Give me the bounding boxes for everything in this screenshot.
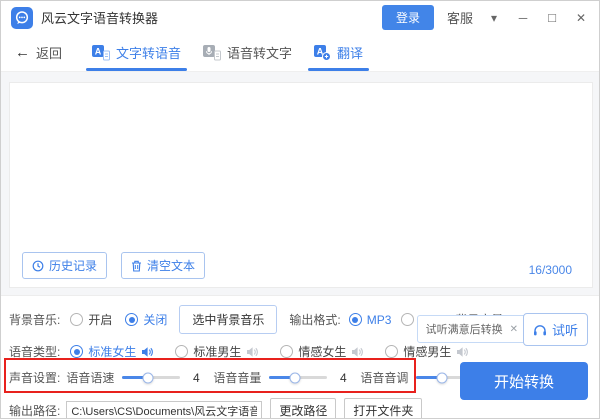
speech-rate-slider[interactable] [122, 372, 181, 383]
customer-service-link[interactable]: 客服 [447, 8, 473, 27]
speaker-icon[interactable] [456, 346, 469, 358]
output-path-label: 输出路径: [9, 404, 61, 418]
radio-selected-icon[interactable] [70, 345, 84, 358]
voice-option-label: 情感女生 [298, 345, 347, 359]
history-button[interactable]: 历史记录 [22, 252, 108, 279]
app-window: 风云文字语音转换器 登录 客服 ▾ ─ □ ✕ ← 返回 A 文字转语音 语音转… [0, 0, 600, 419]
speech-rate-value: 4 [193, 370, 200, 385]
trash-icon [132, 260, 142, 272]
listen-label: 试听 [551, 323, 578, 338]
open-folder-button[interactable]: 打开文件夹 [344, 398, 423, 418]
text-to-speech-icon: A [92, 44, 111, 60]
format-mp3-option[interactable]: MP3 [348, 312, 392, 327]
output-path-row: 输出路径: 更改路径 打开文件夹 [9, 398, 423, 418]
sound-settings-label: 声音设置: [9, 371, 61, 385]
radio-selected-icon[interactable] [348, 313, 362, 326]
back-button[interactable]: ← 返回 [15, 34, 62, 71]
tab-speech-to-text[interactable]: 语音转文字 [195, 34, 300, 71]
voice-option-standard-male[interactable]: 标准男生 [175, 343, 259, 360]
headphone-icon [533, 324, 546, 335]
radio-unselected-icon[interactable] [175, 345, 189, 358]
format-label: 输出格式: [289, 313, 341, 327]
close-button[interactable]: ✕ [573, 11, 589, 25]
app-logo-icon [11, 6, 33, 29]
history-label: 历史记录 [49, 259, 98, 273]
speech-rate-label: 语音语速 [66, 371, 115, 385]
mp3-label: MP3 [366, 312, 392, 327]
active-tab-underline [86, 68, 188, 71]
maximize-button[interactable]: □ [544, 10, 560, 25]
tab-translate[interactable]: A 翻译 [306, 34, 371, 71]
clear-text-label: 清空文本 [147, 259, 196, 273]
tab-text-to-speech[interactable]: A 文字转语音 [84, 34, 189, 71]
preview-tooltip-text: 试听满意后转换 [425, 324, 503, 336]
slider-knob[interactable] [436, 372, 448, 383]
voice-type-row: 语音类型: 标准女生 标准男生 情感女生 情感男生 [9, 343, 469, 360]
speaker-icon[interactable] [141, 346, 154, 358]
bgm-label: 背景音乐: [9, 313, 61, 327]
radio-selected-icon[interactable] [125, 313, 139, 326]
speaker-icon[interactable] [351, 346, 364, 358]
tab-label: 语音转文字 [227, 46, 293, 61]
minimize-button[interactable]: ─ [515, 11, 531, 25]
voice-option-label: 情感男生 [403, 345, 452, 359]
bgm-on-option[interactable]: 开启 [70, 311, 112, 328]
clock-icon [32, 260, 44, 271]
svg-text:A: A [95, 46, 102, 56]
speaker-icon[interactable] [246, 346, 259, 358]
char-counter: 16/3000 [528, 263, 572, 277]
change-path-button[interactable]: 更改路径 [270, 398, 337, 418]
listen-button[interactable]: 试听 [522, 313, 588, 346]
tab-label: 翻译 [337, 46, 364, 61]
output-path-input[interactable] [66, 400, 263, 418]
voice-option-label: 标准女生 [88, 345, 137, 359]
select-bgm-button[interactable]: 选中背景音乐 [179, 305, 278, 334]
voice-type-label: 语音类型: [9, 345, 61, 359]
voice-option-emotional-male[interactable]: 情感男生 [385, 343, 469, 360]
settings-panel: 背景音乐: 开启 关闭 选中背景音乐 输出格式: MP3 WAV 背景音量 [1, 295, 599, 418]
sound-settings-row: 声音设置: 语音语速 4 语音音量 4 语音音调 4 [9, 369, 497, 386]
back-label: 返回 [36, 46, 63, 61]
voice-option-emotional-female[interactable]: 情感女生 [280, 343, 364, 360]
voice-option-standard-female[interactable]: 标准女生 [70, 343, 154, 360]
bgm-off-label: 关闭 [143, 313, 168, 327]
login-button[interactable]: 登录 [381, 5, 434, 30]
speech-pitch-label: 语音音调 [360, 371, 409, 385]
clear-text-button[interactable]: 清空文本 [121, 252, 206, 279]
start-convert-button[interactable]: 开始转换 [460, 362, 588, 400]
tabbar: ← 返回 A 文字转语音 语音转文字 A 翻译 [1, 34, 599, 72]
slider-knob[interactable] [289, 372, 301, 383]
bgm-on-label: 开启 [88, 313, 113, 327]
speech-volume-label: 语音音量 [213, 371, 262, 385]
app-title: 风云文字语音转换器 [41, 11, 159, 26]
titlebar: 风云文字语音转换器 登录 客服 ▾ ─ □ ✕ [1, 1, 599, 34]
translate-icon: A [314, 44, 332, 61]
menu-dropdown-icon[interactable]: ▾ [486, 11, 502, 25]
text-input-area[interactable]: 历史记录 清空文本 16/3000 [9, 82, 593, 288]
voice-option-label: 标准男生 [193, 345, 242, 359]
back-arrow-icon: ← [15, 44, 30, 61]
preview-tooltip: 试听满意后转换 ✕ [416, 315, 527, 343]
radio-unselected-icon[interactable] [70, 313, 84, 326]
radio-unselected-icon[interactable] [280, 345, 294, 358]
speech-volume-slider[interactable] [269, 372, 328, 383]
speech-volume-value: 4 [340, 370, 347, 385]
speech-to-text-icon [203, 44, 222, 60]
tooltip-close-icon[interactable]: ✕ [510, 324, 518, 335]
tab-label: 文字转语音 [116, 46, 182, 61]
radio-unselected-icon[interactable] [385, 345, 399, 358]
radio-unselected-icon[interactable] [401, 313, 415, 326]
active-tab-underline [308, 68, 370, 71]
bgm-off-option[interactable]: 关闭 [125, 311, 167, 328]
slider-knob[interactable] [142, 372, 154, 383]
